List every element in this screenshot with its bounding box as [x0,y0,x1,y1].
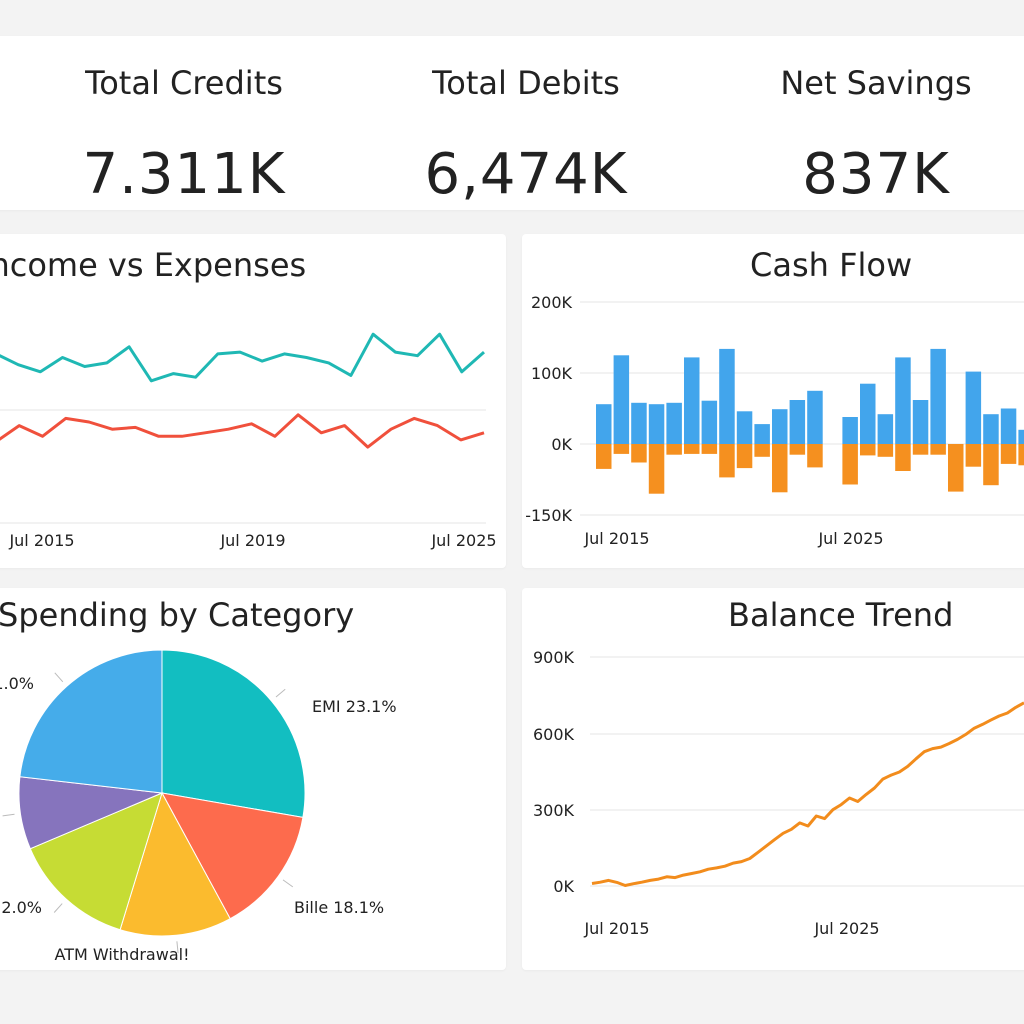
pie-slice [161,649,306,818]
y-tick-label: 900K [533,648,575,667]
kpi-value: 837K [802,142,950,207]
pie-slice-label: 1.0% [0,674,34,693]
cash-inflow-bar [754,424,770,444]
x-tick-label: Jul 2015 [583,919,649,938]
kpi-title: Total Debits [432,64,620,102]
y-tick-label: -150K [525,506,572,525]
kpi-title: Total Credits [85,64,283,102]
cash-outflow-bar [754,444,770,457]
cash-inflow-bar [719,348,735,444]
cash-inflow-bar [596,404,612,444]
income-line [0,332,485,383]
x-tick-label: Jul 2025 [430,531,496,550]
cash-outflow-bar [596,444,612,469]
pie-leader-line [275,688,286,698]
y-tick-label: 100K [531,364,573,383]
pie-slice-label: ATM Withdrawal! [55,945,190,964]
cash-outflow-bar [613,444,630,454]
cash-outflow-bar [772,444,788,493]
cash-inflow-bar [613,355,630,445]
x-tick-label: Jul 2025 [817,529,883,548]
cash-flow-card: Cash Flow 200K 100K 0K -150K Jul 2015 Jul 202… [522,234,1024,568]
cash-inflow-bar [842,417,858,444]
cash-outflow-bar [983,444,999,486]
cash-inflow-bar [772,409,788,444]
cash-outflow-bar [912,444,929,455]
cash-outflow-bar [648,444,665,494]
cash-outflow-bar [965,444,982,467]
cash-outflow-bar [948,444,964,492]
y-tick-label: 200K [531,293,573,312]
cash-outflow-bar [684,444,700,454]
kpi-banner: Total Credits 7.311K Total Debits 6,474K… [0,36,1024,210]
spending-by-category-card: Spending by Category EMI 23.1% Bille 18.1… [0,588,506,970]
cash-inflow-bar [648,404,665,444]
cash-outflow-bar [736,444,753,469]
cash-outflow-bar [860,444,876,456]
cash-outflow-bar [1000,444,1017,464]
kpi-title: Net Savings [780,64,972,102]
pie-leader-line [54,672,64,683]
cash-inflow-bar [895,357,911,444]
cash-outflow-bar [789,444,806,455]
cash-inflow-bar [1000,408,1017,444]
cash-flow-chart: 200K 100K 0K -150K Jul 2015 Jul 2025 [525,293,1024,548]
cash-inflow-bar [965,371,982,444]
expense-line [0,413,485,449]
x-tick-label: Jul 2019 [219,531,285,550]
pie-leader-line [282,879,294,888]
y-tick-label: 0K [553,877,574,896]
cash-inflow-bar [701,400,718,444]
cash-inflow-bar [877,414,894,444]
cash-outflow-bar [719,444,735,478]
cash-inflow-bar [789,400,806,444]
y-tick-label: 0K [551,435,572,454]
x-tick-label: Jul 2015 [8,531,74,550]
balance-trend-card: Balance Trend 900K 600K 300K 0K Jul 2015 Jul … [522,588,1024,970]
pie-slice-label: ,2.0% [0,898,42,917]
cash-outflow-bar [877,444,894,457]
cash-outflow-bar [842,444,858,485]
cash-inflow-bar [631,402,647,444]
balance-trend-chart: 900K 600K 300K 0K Jul 2015 Jul 2025 [533,648,1024,938]
balance-line [591,701,1024,887]
spending-pie-chart: EMI 23.1% Bille 18.1% ATM Withdrawal! ,2.0%… [0,649,397,964]
income-vs-expenses-card: Income vs Expenses Jul 2015 Jul 2019 Jul 2… [0,234,506,568]
y-tick-label: 300K [533,801,575,820]
kpi-value: 7.311K [82,142,286,207]
cash-inflow-bar [983,414,999,444]
x-tick-label: Jul 2015 [583,529,649,548]
cash-inflow-bar [930,348,946,444]
pie-leader-line [2,813,15,817]
cash-outflow-bar [930,444,946,455]
cash-outflow-bar [1018,444,1024,466]
cash-outflow-bar [701,444,718,454]
x-tick-label: Jul 2025 [813,919,879,938]
cash-outflow-bar [666,444,682,455]
cash-inflow-bar [1018,429,1024,444]
pie-slice [19,649,163,794]
cash-outflow-bar [895,444,911,471]
cash-inflow-bar [684,357,700,444]
cash-outflow-bar [807,444,823,468]
cash-inflow-bar [807,390,823,445]
y-tick-label: 600K [533,725,575,744]
pie-slice-label: Bille 18.1% [294,898,384,917]
cash-inflow-bar [736,411,753,444]
cash-inflow-bar [860,383,876,445]
cash-outflow-bar [631,444,647,463]
pie-slice-label: EMI 23.1% [312,697,397,716]
income-vs-expenses-chart: Jul 2015 Jul 2019 Jul 2025 [0,332,497,550]
cash-inflow-bar [912,400,929,444]
pie-leader-line [53,903,63,913]
cash-inflow-bar [666,402,682,444]
kpi-value: 6,474K [424,142,628,207]
